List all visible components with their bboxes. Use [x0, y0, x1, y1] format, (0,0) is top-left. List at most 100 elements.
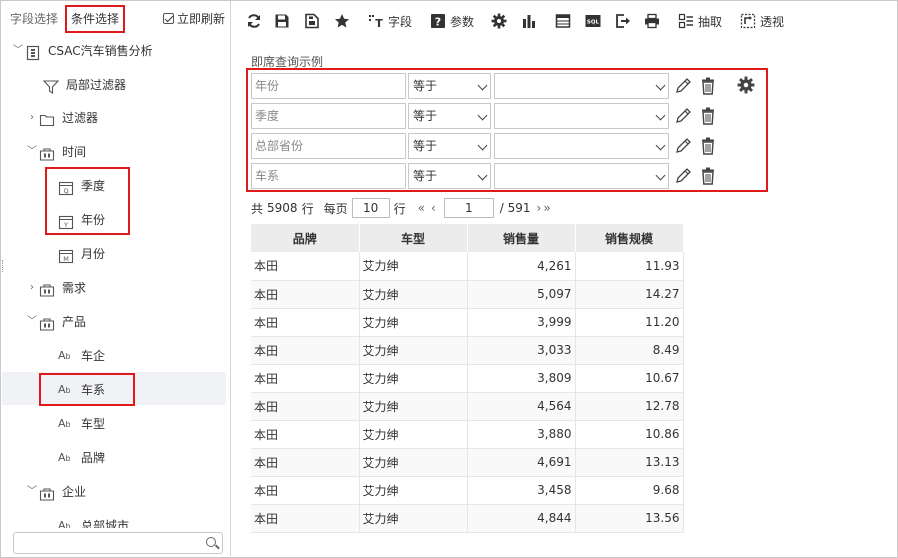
- month-calendar-icon: M: [58, 246, 74, 264]
- panel-splitter[interactable]: [2, 260, 4, 272]
- text-field-icon: Ab: [58, 451, 71, 464]
- cell-sales-volume: 4,564: [467, 392, 576, 421]
- refresh-button[interactable]: [246, 12, 262, 30]
- edit-icon[interactable]: [674, 137, 692, 155]
- tree-node-hq-city[interactable]: Ab 总部城市: [58, 512, 129, 528]
- cell-sales-volume: 3,458: [467, 476, 576, 505]
- save-as-button[interactable]: [304, 12, 320, 30]
- table-view-button[interactable]: [555, 12, 571, 30]
- search-icon[interactable]: [206, 537, 216, 547]
- condition-value-select[interactable]: [494, 73, 669, 99]
- sql-button[interactable]: SQL: [585, 12, 601, 30]
- current-page-input[interactable]: 1: [443, 198, 494, 218]
- export-button[interactable]: [615, 12, 631, 30]
- column-header[interactable]: 销售量: [467, 224, 576, 252]
- column-header[interactable]: 销售规模: [575, 224, 684, 252]
- cell-sales-scale: 12.78: [575, 392, 684, 421]
- cell-sales-scale: 11.93: [575, 252, 684, 281]
- tab-field-select[interactable]: 字段选择: [10, 10, 58, 27]
- condition-field[interactable]: 年份: [251, 73, 406, 99]
- condition-settings-gear-icon[interactable]: [737, 76, 755, 94]
- tree-node-demand[interactable]: › 需求: [25, 274, 86, 302]
- tree-node-time[interactable]: ﹀ 时间: [25, 138, 86, 166]
- operator-value: 等于: [413, 169, 438, 183]
- last-page-icon[interactable]: »: [543, 201, 550, 215]
- tree-node-brand[interactable]: Ab 品牌: [58, 444, 105, 472]
- refresh-toggle[interactable]: 立即刷新: [163, 10, 225, 27]
- chevron-down-icon: [655, 110, 666, 121]
- param-label: 参数: [450, 14, 475, 29]
- tree-node-company[interactable]: Ab 车企: [58, 342, 105, 370]
- refresh-icon: [246, 13, 262, 29]
- tree-clip: Ab 总部城市: [1, 512, 229, 528]
- column-header[interactable]: 车型: [359, 224, 468, 252]
- cell-model: 艾力绅: [359, 252, 468, 281]
- chart-button[interactable]: [521, 12, 537, 30]
- cell-brand: 本田: [251, 392, 360, 421]
- text-field-icon: Ab: [58, 417, 71, 430]
- tree-node-filter[interactable]: › 过滤器: [25, 104, 98, 132]
- tree-node-root[interactable]: ﹀ CSAC汽车销售分析: [11, 37, 153, 65]
- tree-node-enterprise[interactable]: ﹀ 企业: [25, 478, 86, 506]
- extract-button[interactable]: 抽取: [678, 12, 722, 30]
- pivot-button[interactable]: 透视: [740, 12, 784, 30]
- next-page-icon[interactable]: ›: [537, 201, 542, 215]
- condition-value-select[interactable]: [494, 163, 669, 189]
- tree-node-local-filter[interactable]: 局部过滤器: [42, 71, 126, 99]
- star-icon: [334, 13, 350, 29]
- tab-condition-select[interactable]: 条件选择: [65, 5, 126, 33]
- condition-operator-select[interactable]: 等于: [408, 73, 491, 99]
- chevron-down-icon[interactable]: ﹀: [25, 308, 39, 336]
- prev-page-icon[interactable]: ‹: [431, 201, 436, 215]
- dimension-folder-icon: [39, 484, 55, 501]
- cell-model: 艾力绅: [359, 420, 468, 449]
- cell-sales-scale: 11.20: [575, 308, 684, 337]
- tree-label: 车型: [81, 417, 106, 431]
- chevron-right-icon[interactable]: ›: [25, 274, 39, 302]
- condition-value-select[interactable]: [494, 103, 669, 129]
- settings-button[interactable]: [491, 12, 507, 30]
- chevron-down-icon[interactable]: ﹀: [25, 138, 39, 166]
- table-row: 本田 艾力绅 3,880 10.86: [251, 420, 684, 449]
- table-row: 本田 艾力绅 4,261 11.93: [251, 252, 684, 281]
- chevron-down-icon[interactable]: ﹀: [11, 37, 25, 65]
- tree-node-model[interactable]: Ab 车型: [58, 410, 105, 438]
- refresh-checkbox[interactable]: [163, 13, 174, 24]
- chevron-down-icon[interactable]: ﹀: [25, 478, 39, 506]
- save-button[interactable]: [274, 12, 290, 30]
- delete-icon[interactable]: [700, 107, 716, 125]
- table-row: 本田 艾力绅 3,809 10.67: [251, 364, 684, 393]
- tree-label: 时间: [62, 145, 87, 159]
- tree-node-product[interactable]: ﹀ 产品: [25, 308, 86, 336]
- condition-field[interactable]: 总部省份: [251, 133, 406, 159]
- column-header[interactable]: 品牌: [251, 224, 360, 252]
- text-field-icon: Ab: [58, 349, 71, 362]
- edit-icon[interactable]: [674, 107, 692, 125]
- tree-node-month[interactable]: M 月份: [58, 240, 105, 268]
- param-button[interactable]: ? 参数: [430, 12, 474, 30]
- field-search-input[interactable]: [13, 532, 223, 554]
- per-page-input[interactable]: 10: [351, 198, 390, 218]
- chevron-down-icon: [477, 80, 488, 91]
- edit-icon[interactable]: [674, 77, 692, 95]
- condition-operator-select[interactable]: 等于: [408, 133, 491, 159]
- condition-field[interactable]: 季度: [251, 103, 406, 129]
- edit-icon[interactable]: [674, 167, 692, 185]
- first-page-icon[interactable]: «: [418, 201, 425, 215]
- delete-icon[interactable]: [700, 77, 716, 95]
- condition-value-select[interactable]: [494, 133, 669, 159]
- cell-brand: 本田: [251, 308, 360, 337]
- field-button[interactable]: T 字段: [368, 12, 412, 30]
- cell-sales-volume: 3,880: [467, 420, 576, 449]
- favorite-button[interactable]: [334, 12, 350, 30]
- delete-icon[interactable]: [700, 167, 716, 185]
- print-button[interactable]: [644, 12, 660, 30]
- text-field-icon: Ab: [58, 519, 71, 528]
- condition-operator-select[interactable]: 等于: [408, 163, 491, 189]
- delete-icon[interactable]: [700, 137, 716, 155]
- condition-field[interactable]: 车系: [251, 163, 406, 189]
- cell-sales-scale: 13.56: [575, 504, 684, 533]
- chevron-right-icon[interactable]: ›: [25, 104, 39, 132]
- condition-operator-select[interactable]: 等于: [408, 103, 491, 129]
- local-filter-icon: [42, 77, 60, 95]
